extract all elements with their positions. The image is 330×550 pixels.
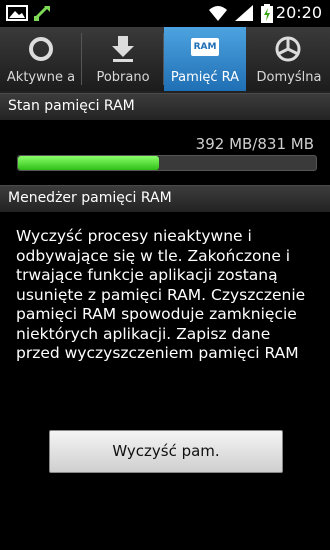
status-time: 20:20: [275, 3, 322, 22]
tab-label: Aktywne a: [6, 70, 76, 85]
download-arrow-icon: [112, 36, 134, 62]
clear-memory-button[interactable]: Wyczyść pam.: [49, 430, 283, 473]
circle-icon: [29, 37, 53, 61]
tab-bar: Aktywne a Pobrano RAM Pamięć RA Domyślna: [0, 27, 330, 93]
signal-icon: [235, 5, 253, 21]
ram-chip-icon: RAM: [191, 38, 219, 56]
tab-label: Pobrano: [96, 70, 150, 85]
status-bar: 20:20: [0, 0, 330, 27]
tab-label: Pamięć RA: [170, 70, 240, 85]
pie-chart-icon: [275, 36, 301, 62]
ram-usage-text: 392 MB/831 MB: [195, 135, 314, 153]
usb-debug-icon: [33, 5, 50, 21]
section-title: Stan pamięci RAM: [8, 98, 135, 114]
tab-downloaded[interactable]: Pobrano: [82, 27, 164, 91]
tab-ram[interactable]: RAM Pamięć RA: [164, 27, 246, 91]
section-title: Menedżer pamięci RAM: [8, 190, 172, 206]
ram-usage-fill: [18, 156, 159, 170]
tab-label: Domyślna: [256, 70, 322, 85]
tab-default[interactable]: Domyślna: [248, 27, 330, 91]
ram-manager-header: Menedżer pamięci RAM: [0, 185, 330, 212]
ram-manager-description: Wyczyść procesy nieaktywne i odbywające …: [16, 227, 306, 362]
battery-charging-icon: [261, 4, 273, 23]
tab-active-apps[interactable]: Aktywne a: [0, 27, 82, 91]
picture-notification-icon: [6, 5, 28, 21]
wifi-icon: [209, 6, 227, 21]
ram-usage-bar: [17, 155, 317, 171]
ram-status-header: Stan pamięci RAM: [0, 93, 330, 120]
